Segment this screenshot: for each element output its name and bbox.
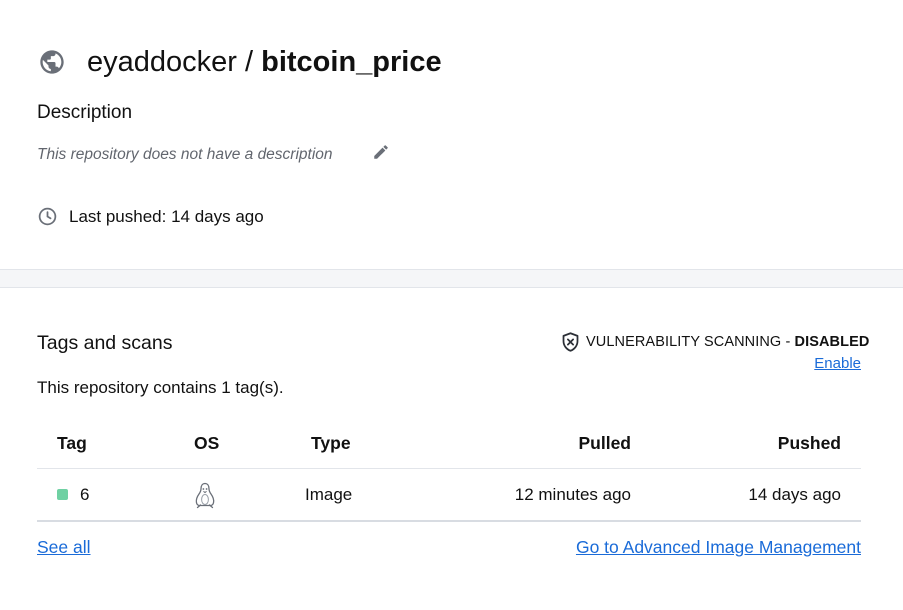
namespace-label: eyaddocker / xyxy=(87,46,254,78)
tag-last-pulled: 12 minutes ago xyxy=(514,485,631,504)
tags-heading: Tags and scans xyxy=(37,332,173,354)
pencil-icon[interactable] xyxy=(372,143,390,161)
column-header-type: Type xyxy=(311,433,351,453)
column-header-tag: Tag xyxy=(57,433,87,453)
repository-header-card: eyaddocker / bitcoin_price Description T… xyxy=(0,0,903,270)
table-header-divider xyxy=(37,468,861,469)
tag-name-link[interactable]: 6 xyxy=(80,484,89,506)
vulnerability-scanning-label: VULNERABILITY SCANNING - xyxy=(586,334,795,350)
tag-count-summary: This repository contains 1 tag(s). xyxy=(37,378,284,397)
column-header-pulled: Pulled xyxy=(578,433,631,453)
enable-scanning-link[interactable]: Enable xyxy=(814,355,861,373)
repository-name: bitcoin_price xyxy=(261,46,442,78)
tag-last-pushed: 14 days ago xyxy=(748,485,841,504)
shield-icon xyxy=(560,331,581,353)
table-footer-divider xyxy=(37,520,861,522)
column-header-os: OS xyxy=(194,433,220,453)
page-title: eyaddocker / bitcoin_price xyxy=(87,44,442,80)
vulnerability-scanning-status: VULNERABILITY SCANNING - DISABLED xyxy=(586,333,869,351)
globe-icon xyxy=(38,48,66,76)
description-heading: Description xyxy=(37,102,133,123)
last-pushed-text: Last pushed: 14 days ago xyxy=(69,207,264,226)
vulnerability-scanning-state: DISABLED xyxy=(794,334,870,350)
linux-icon xyxy=(194,481,216,509)
clock-icon xyxy=(37,206,58,227)
see-all-link[interactable]: See all xyxy=(37,536,91,558)
tag-status-dot xyxy=(57,489,68,500)
tag-type: Image xyxy=(305,485,353,504)
column-header-pushed: Pushed xyxy=(777,433,841,453)
advanced-image-management-link[interactable]: Go to Advanced Image Management xyxy=(576,536,861,558)
description-text: This repository does not have a descript… xyxy=(37,146,333,163)
